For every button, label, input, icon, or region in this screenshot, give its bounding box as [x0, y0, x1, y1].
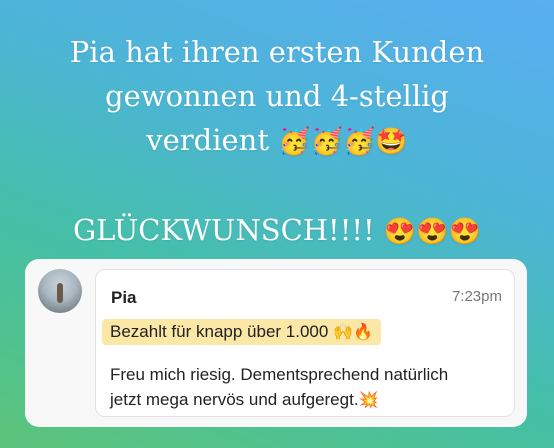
caption-line-4: GLÜCKWUNSCH!!!! 😍😍😍 — [0, 208, 554, 254]
caption-line-4-text: GLÜCKWUNSCH!!!! — [72, 213, 384, 247]
avatar[interactable] — [38, 269, 82, 313]
highlight-emojis: 🙌🔥 — [333, 324, 373, 341]
message-body-line-2: jetzt mega nervös und aufgeregt.💥 — [110, 387, 510, 413]
message-bubble: Pia 7:23pm Bezahlt für knapp über 1.000 … — [95, 269, 515, 417]
message-author: Pia — [111, 288, 137, 307]
explosion-emoji: 💥 — [358, 392, 379, 409]
message-card: Pia 7:23pm Bezahlt für knapp über 1.000 … — [25, 259, 527, 427]
party-face-emojis: 🥳🥳🥳🤩 — [278, 127, 408, 157]
message-body-line-2-text: jetzt mega nervös und aufgeregt. — [110, 390, 359, 409]
message-body-line-1: Freu mich riesig. Dementsprechend natürl… — [110, 365, 449, 384]
caption-line-1: Pia hat ihren ersten Kunden — [69, 35, 485, 69]
highlighted-text: Bezahlt für knapp über 1.000 🙌🔥 — [102, 319, 381, 345]
heart-eyes-emojis: 😍😍😍 — [383, 217, 482, 247]
caption-line-3: verdient 🥳🥳🥳🤩 — [0, 118, 554, 164]
caption-line-2: gewonnen und 4-stellig — [105, 79, 449, 113]
story-caption: Pia hat ihren ersten Kunden gewonnen und… — [0, 30, 554, 254]
highlighted-text-content: Bezahlt für knapp über 1.000 — [110, 322, 329, 341]
avatar-figure — [57, 283, 63, 303]
caption-line-3-text: verdient — [146, 123, 279, 157]
message-body: Freu mich riesig. Dementsprechend natürl… — [110, 362, 510, 413]
message-time: 7:23pm — [451, 288, 502, 305]
